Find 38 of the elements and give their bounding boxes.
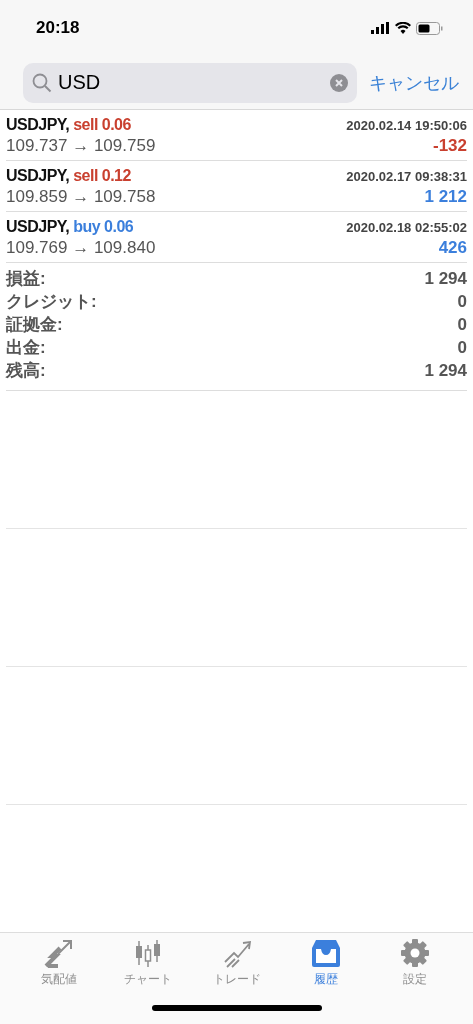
- trade-title: USDJPY, sell 0.06: [6, 116, 131, 134]
- tab-item[interactable]: 設定: [370, 933, 459, 992]
- inbox-icon[interactable]: [310, 937, 341, 968]
- tab-item[interactable]: トレード: [192, 933, 281, 992]
- summary-value: 0: [457, 314, 467, 335]
- trade-title: USDJPY, sell 0.12: [6, 167, 131, 185]
- summary-label: クレジット:: [6, 291, 97, 313]
- trade-prices: 109.737 → 109.759: [6, 136, 156, 156]
- trade-profit: -132: [432, 136, 467, 156]
- tab-item[interactable]: チャート: [103, 933, 192, 992]
- search-field[interactable]: USD: [23, 62, 357, 103]
- search-icon: [32, 72, 52, 93]
- settings-icon[interactable]: [399, 937, 430, 968]
- battery-icon: [416, 21, 443, 35]
- trade-time: 2020.02.14 19:50:06: [346, 118, 467, 133]
- cancel-button[interactable]: キャンセル: [369, 70, 459, 95]
- summary-label: 損益:: [6, 268, 46, 290]
- trade-profit: 426: [438, 238, 467, 258]
- summary-value: 0: [457, 291, 467, 312]
- summary-label: 残高:: [6, 360, 46, 382]
- summary-label: 証拠金:: [6, 314, 63, 336]
- arrows-icon[interactable]: [43, 937, 74, 968]
- trade-time: 2020.02.17 09:38:31: [346, 169, 467, 184]
- trade-title: USDJPY, buy 0.06: [6, 218, 134, 236]
- summary-value: 0: [457, 337, 467, 358]
- summary-value: 1 294: [424, 268, 467, 289]
- tab-item[interactable]: 気配値: [14, 933, 103, 992]
- summary-value: 1 294: [424, 360, 467, 381]
- signal-icon: [371, 22, 390, 34]
- clear-icon[interactable]: [330, 73, 348, 92]
- wifi-icon: [395, 22, 411, 34]
- summary-label: 出金:: [6, 337, 46, 359]
- trade-prices: 109.859 → 109.758: [6, 187, 156, 207]
- status-time: 20:18: [36, 18, 80, 38]
- trade-profit: 1 212: [424, 187, 467, 207]
- trade-prices: 109.769 → 109.840: [6, 238, 156, 258]
- trade-time: 2020.02.18 02:55:02: [346, 220, 467, 235]
- tab-item[interactable]: 履歴: [281, 933, 370, 992]
